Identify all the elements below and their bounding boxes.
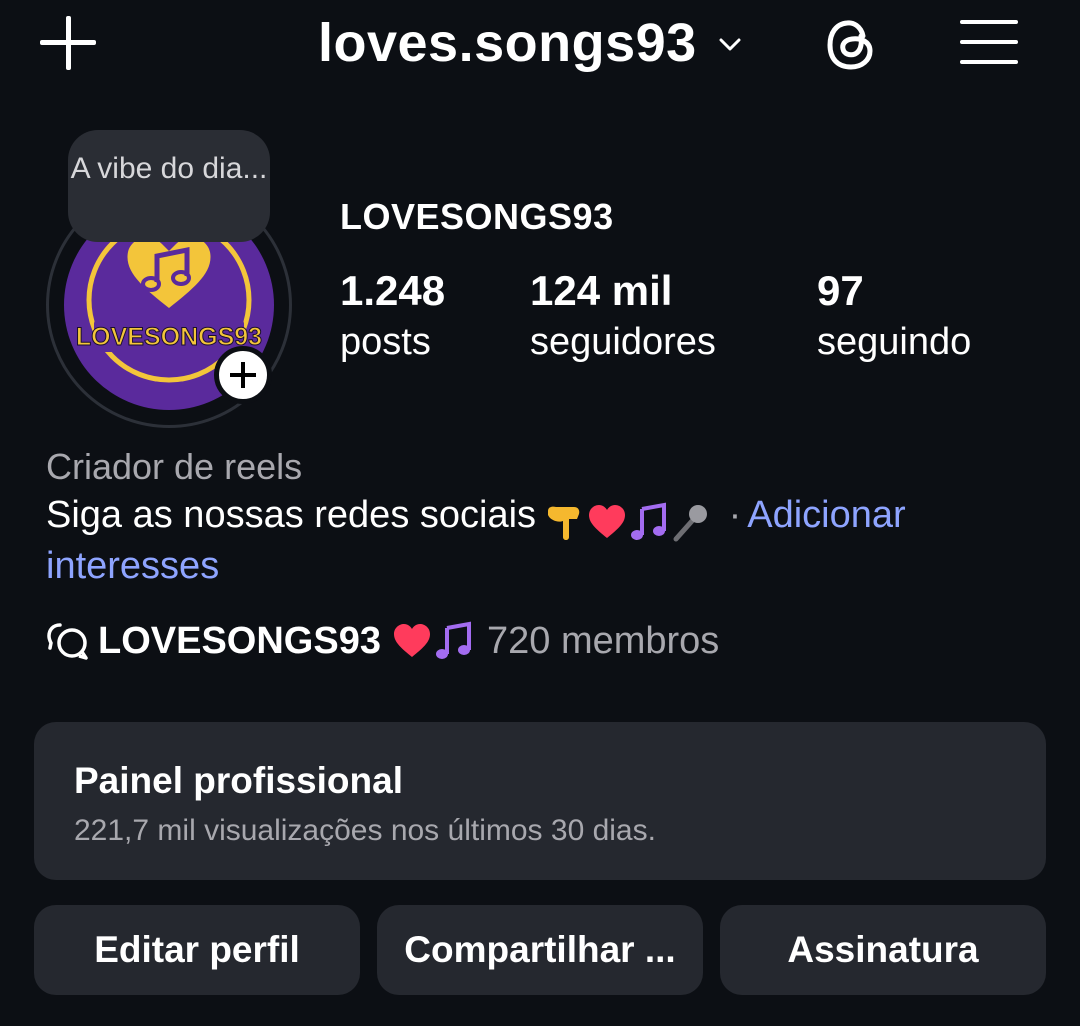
account-switcher[interactable]: loves.songs93: [318, 8, 741, 78]
red-heart-emoji-icon: [393, 624, 430, 657]
posts-count: 1.248: [340, 267, 446, 314]
followers-count: 124 mil: [530, 267, 673, 314]
bio: Siga as nossas redes sociais · Adicionar …: [46, 492, 1006, 589]
edit-profile-button[interactable]: Editar perfil: [34, 905, 360, 995]
channel-member-count: 720 membros: [486, 619, 720, 662]
display-name: LOVESONGS93: [340, 196, 614, 237]
musical-notes-emoji-icon: [631, 502, 667, 540]
following-label: seguindo: [817, 321, 972, 363]
posts-label: posts: [340, 321, 431, 363]
red-heart-emoji-icon: [589, 504, 626, 538]
threads-icon[interactable]: [822, 14, 882, 74]
profile-category: Criador de reels: [46, 446, 303, 487]
following-stat[interactable]: 97 seguindo: [817, 266, 971, 368]
posts-stat[interactable]: 1.248 posts: [340, 266, 445, 368]
subscription-button[interactable]: Assinatura: [720, 905, 1046, 995]
share-profile-button[interactable]: Compartilhar ...: [377, 905, 703, 995]
channel-chat-icon: [47, 623, 88, 660]
bio-separator: ·: [728, 494, 742, 536]
pointing-down-emoji-icon: [548, 506, 580, 540]
add-story-button[interactable]: [214, 346, 272, 404]
channel-name: LOVESONGS93: [98, 619, 381, 662]
plus-icon[interactable]: [38, 14, 98, 74]
channel-emojis: [391, 620, 475, 662]
note-bubble[interactable]: A vibe do dia...: [68, 130, 270, 242]
professional-dashboard-title: Painel profissional: [74, 760, 403, 801]
profile-username: loves.songs93: [318, 13, 697, 73]
professional-dashboard-card[interactable]: Painel profissional 221,7 mil visualizaç…: [34, 722, 1046, 880]
menu-icon[interactable]: [958, 16, 1020, 68]
professional-dashboard-subtitle: 221,7 mil visualizações nos últimos 30 d…: [74, 814, 656, 847]
note-text: A vibe do dia...: [70, 152, 268, 185]
microphone-emoji-icon: [673, 504, 708, 542]
chevron-down-icon: [719, 38, 741, 51]
following-count: 97: [817, 267, 864, 314]
followers-stat[interactable]: 124 mil seguidores: [530, 266, 716, 368]
musical-notes-emoji-icon: [435, 621, 471, 659]
followers-label: seguidores: [530, 321, 716, 363]
bio-emojis: [544, 497, 712, 543]
top-bar: loves.songs93: [0, 0, 1080, 90]
bio-text: Siga as nossas redes sociais: [46, 494, 537, 536]
broadcast-channel[interactable]: LOVESONGS93 720 membros: [46, 616, 719, 666]
